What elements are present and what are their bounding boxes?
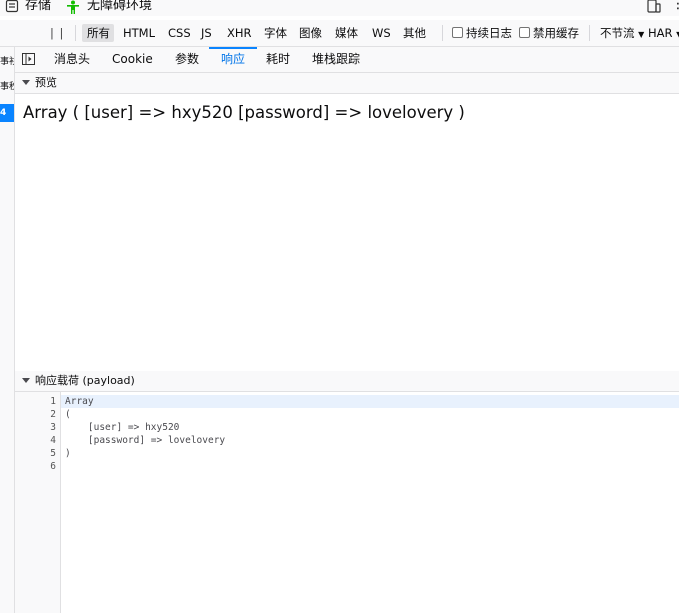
tab-response[interactable]: 响应	[221, 52, 245, 66]
preview-section-header[interactable]: 预览	[15, 73, 679, 94]
har-menu[interactable]: HAR ▼	[648, 26, 679, 42]
disable-cache-checkbox[interactable]	[519, 27, 530, 38]
tab-timings[interactable]: 耗时	[266, 52, 290, 66]
line-number: 5	[50, 448, 56, 459]
current-line-highlight	[61, 395, 679, 408]
details-tabs: 消息头 Cookie 参数 响应 耗时 堆栈跟踪	[15, 47, 679, 73]
filter-xhr[interactable]: XHR	[227, 26, 252, 40]
tab-cookie[interactable]: Cookie	[112, 52, 153, 66]
request-list-edge: 事衫 事秒 4	[0, 47, 15, 613]
pause-icon[interactable]: | |	[50, 26, 64, 40]
line-number: 4	[50, 435, 56, 446]
collapse-triangle-icon	[22, 80, 30, 85]
throttle-select[interactable]: 不节流 ▼	[600, 26, 644, 42]
accessibility-tab[interactable]: 无障碍环境	[87, 0, 152, 14]
storage-icon	[5, 0, 19, 13]
line-number: 6	[50, 461, 56, 472]
code-line[interactable]: (	[65, 408, 71, 421]
filter-media[interactable]: 媒体	[335, 26, 358, 40]
filter-other[interactable]: 其他	[403, 26, 426, 40]
chevron-down-icon: ▼	[638, 30, 645, 39]
devtools-tool-tabs: 存储 无障碍环境 ⋮	[0, 0, 679, 16]
separator	[442, 25, 443, 41]
payload-section-label: 响应载荷 (payload)	[35, 374, 135, 387]
separator	[589, 25, 590, 41]
line-number: 2	[50, 409, 56, 420]
response-preview-text: Array ( [user] => hxy520 [password] => l…	[23, 103, 465, 122]
code-line[interactable]: [user] => hxy520	[65, 421, 180, 434]
request-row-selected[interactable]: 4	[0, 104, 14, 122]
filter-css[interactable]: CSS	[168, 26, 191, 40]
responsive-design-icon[interactable]	[647, 0, 661, 13]
line-number: 1	[50, 396, 56, 407]
code-line[interactable]: [password] => lovelovery	[65, 434, 225, 447]
network-filter-bar: | | 所有 HTML CSS JS XHR 字体 图像 媒体 WS 其他 持续…	[0, 20, 679, 47]
filter-fonts[interactable]: 字体	[264, 26, 287, 40]
request-row[interactable]: 事衫	[0, 56, 14, 68]
filter-all[interactable]: 所有	[87, 26, 110, 40]
more-menu-icon[interactable]: ⋮	[671, 0, 679, 12]
code-line[interactable]: )	[65, 447, 71, 460]
line-number-gutter: 1 2 3 4 5 6	[15, 392, 61, 613]
collapse-triangle-icon	[22, 378, 30, 383]
tab-headers[interactable]: 消息头	[54, 52, 90, 66]
har-label: HAR	[648, 26, 673, 40]
filter-js[interactable]: JS	[201, 26, 212, 40]
filter-ws[interactable]: WS	[372, 26, 391, 40]
tab-params[interactable]: 参数	[175, 52, 199, 66]
throttle-value: 不节流	[600, 26, 635, 40]
active-tab-indicator	[209, 47, 257, 49]
filter-html[interactable]: HTML	[123, 26, 155, 40]
persist-logs-label: 持续日志	[466, 26, 512, 40]
disable-cache-label: 禁用缓存	[533, 26, 579, 40]
storage-tab[interactable]: 存储	[25, 0, 51, 14]
toggle-sidebar-icon[interactable]	[22, 53, 35, 65]
accessibility-icon	[67, 0, 79, 14]
request-row[interactable]: 事秒	[0, 81, 14, 93]
code-line[interactable]: Array	[65, 395, 94, 408]
persist-logs-checkbox[interactable]	[452, 27, 463, 38]
line-number: 3	[50, 422, 56, 433]
filter-images[interactable]: 图像	[299, 26, 322, 40]
separator	[75, 25, 76, 41]
payload-section-header[interactable]: 响应载荷 (payload)	[15, 371, 679, 392]
tab-stack-trace[interactable]: 堆栈跟踪	[312, 52, 360, 66]
preview-section-label: 预览	[35, 76, 57, 89]
